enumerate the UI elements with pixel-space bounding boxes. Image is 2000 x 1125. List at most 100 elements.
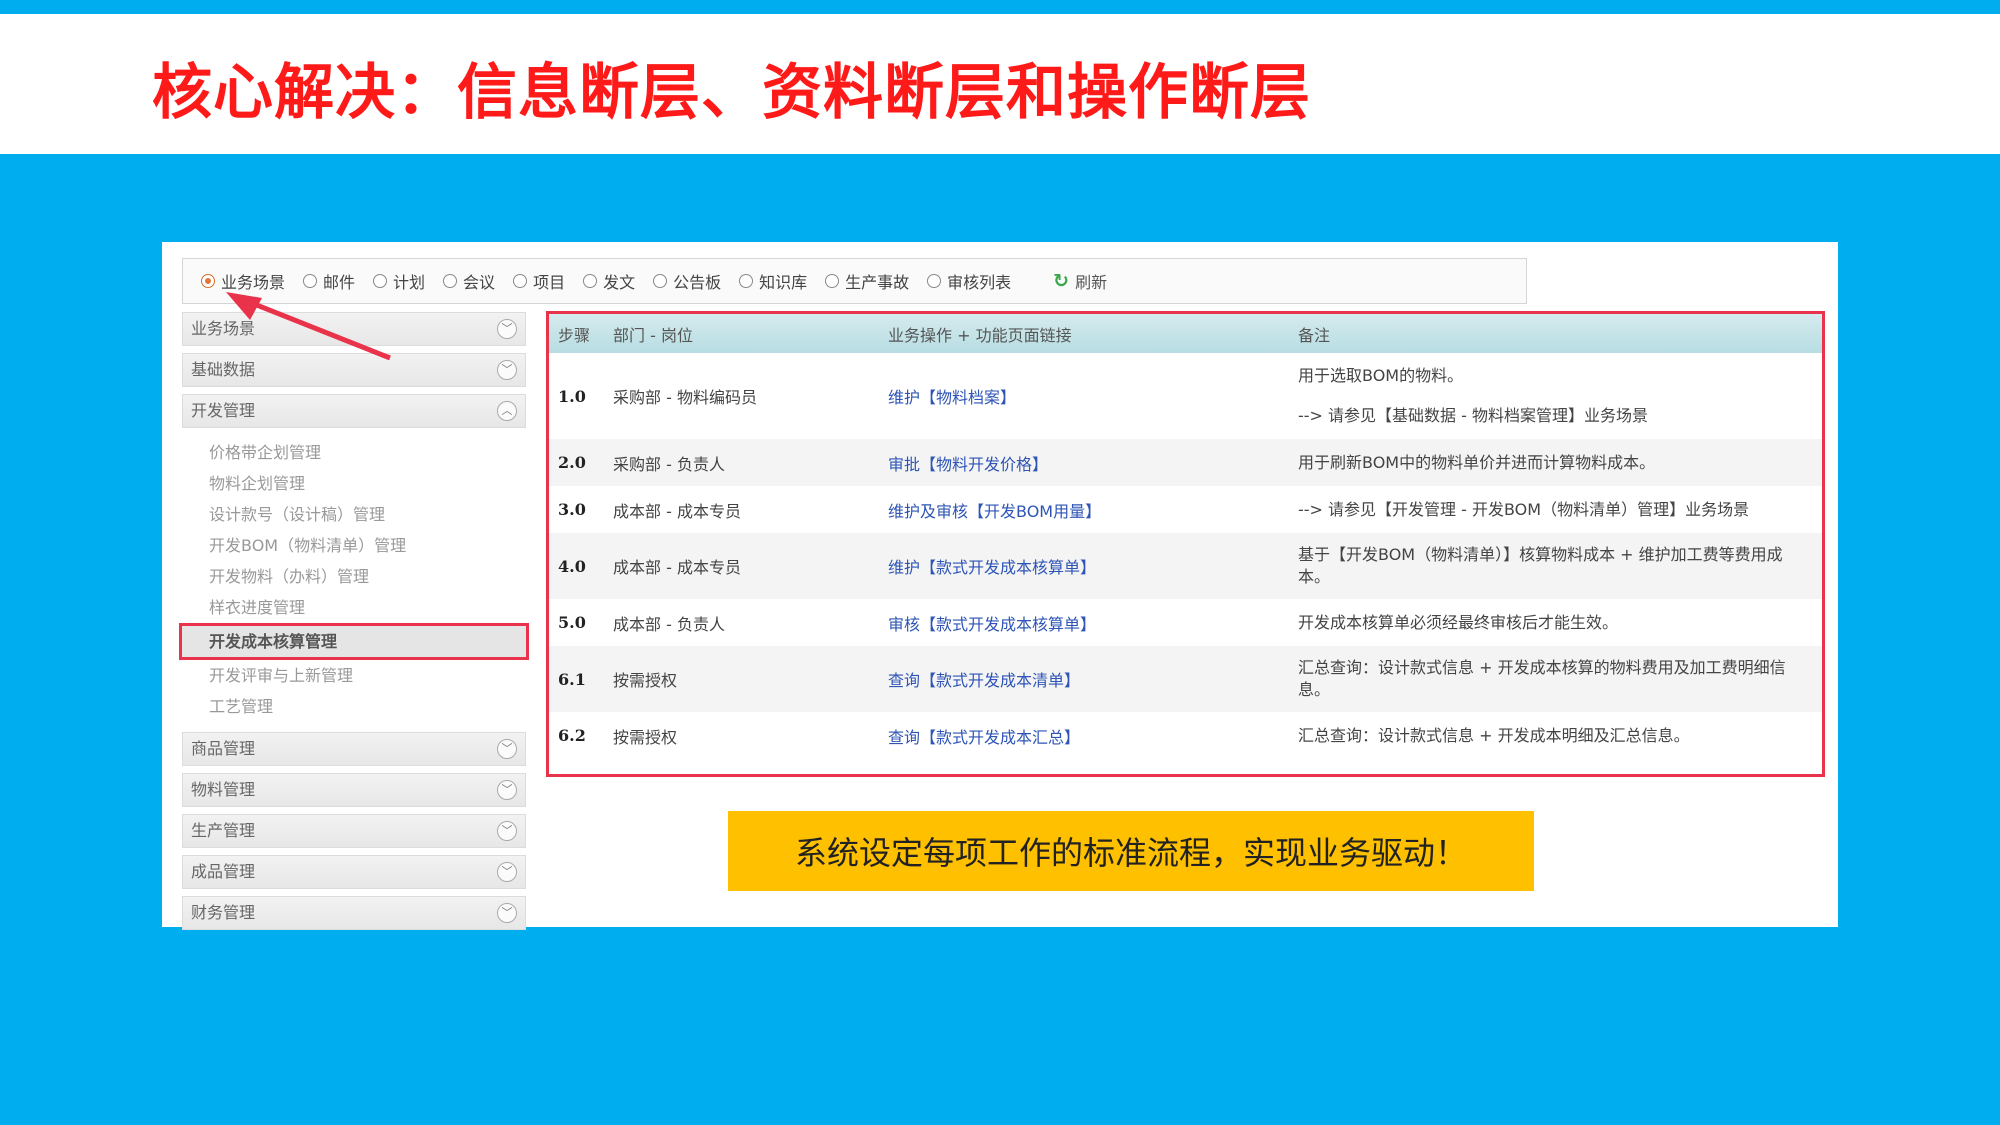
cell-step: 1.0 bbox=[558, 386, 586, 406]
note-line: 基于【开发BOM（物料清单）】核算物料成本 + 维护加工费等费用成本。 bbox=[1298, 545, 1783, 586]
table-row: 6.2 按需授权 查询【款式开发成本汇总】 汇总查询：设计款式信息 + 开发成本明细及… bbox=[549, 712, 1822, 759]
callout-banner: 系统设定每项工作的标准流程，实现业务驱动！ bbox=[728, 811, 1534, 891]
table-row: 5.0 成本部 - 负责人 审核【款式开发成本核算单】 开发成本核算单必须经最终审核后… bbox=[549, 599, 1822, 646]
table-row: 2.0 采购部 - 负责人 审批【物料开发价格】 用于刷新BOM中的物料单价并进而计算… bbox=[549, 439, 1822, 486]
header-dept: 部门 - 岗位 bbox=[613, 325, 693, 345]
chevron-up-icon: ︿ bbox=[497, 401, 517, 421]
cell-operation-link[interactable]: 审核【款式开发成本核算单】 bbox=[879, 599, 1289, 646]
radio-unchecked-icon bbox=[513, 274, 528, 288]
sidebar-sub-item[interactable]: 样衣进度管理 bbox=[182, 592, 526, 623]
sidebar: 业务场景 ﹀ 基础数据 ﹀ 开发管理 ︿ 价格带企划管理 物料企划管理 设计款号（设计稿）… bbox=[179, 312, 529, 937]
cell-step: 5.0 bbox=[558, 613, 586, 632]
sidebar-sub-item[interactable]: 工艺管理 bbox=[182, 691, 526, 722]
note-line: 开发成本核算单必须经最终审核后才能生效。 bbox=[1298, 612, 1619, 632]
sidebar-sub-item[interactable]: 物料企划管理 bbox=[182, 468, 526, 499]
cell-operation-link[interactable]: 审批【物料开发价格】 bbox=[879, 439, 1289, 486]
radio-label: 计划 bbox=[393, 273, 426, 292]
radio-unchecked-icon bbox=[583, 274, 598, 288]
sidebar-sub-item[interactable]: 价格带企划管理 bbox=[182, 437, 526, 468]
radio-label: 项目 bbox=[533, 273, 566, 292]
radio-checked-icon bbox=[201, 274, 215, 288]
sidebar-sub-item-active[interactable]: 开发成本核算管理 bbox=[179, 623, 529, 660]
radio-unchecked-icon bbox=[303, 274, 318, 288]
radio-option[interactable]: 项目 bbox=[513, 269, 565, 293]
cell-note: 用于刷新BOM中的物料单价并进而计算物料成本。 bbox=[1289, 439, 1822, 486]
sidebar-sub-item[interactable]: 开发评审与上新管理 bbox=[182, 660, 526, 691]
sidebar-group[interactable]: 财务管理 ﹀ bbox=[182, 896, 526, 930]
radio-unchecked-icon bbox=[825, 274, 840, 288]
cell-dept: 采购部 - 负责人 bbox=[613, 454, 725, 474]
chevron-down-icon: ﹀ bbox=[497, 862, 517, 882]
radio-label: 会议 bbox=[463, 273, 496, 292]
note-line: 用于刷新BOM中的物料单价并进而计算物料成本。 bbox=[1298, 452, 1656, 472]
sidebar-group-label: 生产管理 bbox=[191, 821, 256, 840]
radio-label: 公告板 bbox=[673, 273, 722, 292]
refresh-button[interactable]: ↻ 刷新 bbox=[1053, 269, 1107, 293]
radio-unchecked-icon bbox=[653, 274, 668, 288]
radio-option[interactable]: 审核列表 bbox=[927, 269, 1011, 293]
sidebar-group-label: 开发管理 bbox=[191, 401, 256, 420]
radio-label: 生产事故 bbox=[845, 273, 910, 292]
chevron-down-icon: ﹀ bbox=[497, 821, 517, 841]
radio-option[interactable]: 会议 bbox=[443, 269, 495, 293]
cell-dept: 成本部 - 负责人 bbox=[613, 614, 725, 634]
header-note: 备注 bbox=[1298, 325, 1331, 345]
table-row: 6.1 按需授权 查询【款式开发成本清单】 汇总查询：设计款式信息 + 开发成本核算的… bbox=[549, 646, 1822, 712]
sidebar-group[interactable]: 成品管理 ﹀ bbox=[182, 855, 526, 889]
table-row: 3.0 成本部 - 成本专员 维护及审核【开发BOM用量】 --> 请参见【开发管理 … bbox=[549, 486, 1822, 533]
red-arrow-icon bbox=[226, 292, 391, 360]
note-line: 用于选取BOM的物料。 bbox=[1298, 366, 1464, 385]
chevron-down-icon: ﹀ bbox=[497, 780, 517, 800]
note-gap bbox=[1298, 387, 1800, 405]
radio-option[interactable]: 生产事故 bbox=[825, 269, 909, 293]
cell-operation-link[interactable]: 查询【款式开发成本清单】 bbox=[879, 646, 1289, 712]
cell-operation-link[interactable]: 查询【款式开发成本汇总】 bbox=[879, 712, 1289, 759]
app-screenshot: 业务场景 邮件 计划 会议 项目 发文 公告板 知识库 生产事故 审核列表 ↻ 刷新 业务场景 ﹀ 基… bbox=[162, 242, 1838, 930]
cell-dept: 按需授权 bbox=[613, 727, 678, 747]
note-line: 汇总查询：设计款式信息 + 开发成本核算的物料费用及加工费明细信息。 bbox=[1298, 658, 1786, 699]
radio-option[interactable]: 公告板 bbox=[653, 269, 721, 293]
cell-step: 6.2 bbox=[558, 726, 586, 745]
radio-unchecked-icon bbox=[443, 274, 458, 288]
chevron-down-icon: ﹀ bbox=[497, 319, 517, 339]
sidebar-sub-list: 价格带企划管理 物料企划管理 设计款号（设计稿）管理 开发BOM（物料清单）管理 开发物… bbox=[179, 435, 529, 726]
note-line: --> 请参见【基础数据 - 物料档案管理】业务场景 bbox=[1298, 406, 1648, 425]
radio-label: 发文 bbox=[603, 273, 636, 292]
cell-step: 6.1 bbox=[558, 669, 586, 689]
refresh-icon: ↻ bbox=[1053, 270, 1070, 292]
sidebar-group-expanded[interactable]: 开发管理 ︿ bbox=[182, 394, 526, 428]
sidebar-group[interactable]: 物料管理 ﹀ bbox=[182, 773, 526, 807]
radio-option[interactable]: 发文 bbox=[583, 269, 635, 293]
sidebar-sub-item[interactable]: 开发物料（办料）管理 bbox=[182, 561, 526, 592]
radio-label: 审核列表 bbox=[947, 273, 1012, 292]
radio-option[interactable]: 知识库 bbox=[739, 269, 807, 293]
sidebar-group[interactable]: 商品管理 ﹀ bbox=[182, 732, 526, 766]
cell-operation-link[interactable]: 维护【物料档案】 bbox=[879, 353, 1289, 439]
cell-step: 2.0 bbox=[558, 453, 586, 472]
header-operation: 业务操作 + 功能页面链接 bbox=[888, 325, 1072, 345]
cell-dept: 成本部 - 成本专员 bbox=[613, 558, 741, 577]
cell-note: 基于【开发BOM（物料清单）】核算物料成本 + 维护加工费等费用成本。 bbox=[1289, 533, 1822, 599]
table-row: 1.0 采购部 - 物料编码员 维护【物料档案】 用于选取BOM的物料。 --> 请参见… bbox=[549, 353, 1822, 439]
cell-operation-link[interactable]: 维护及审核【开发BOM用量】 bbox=[879, 486, 1289, 533]
note-line: --> 请参见【开发管理 - 开发BOM（物料清单）管理】业务场景 bbox=[1298, 499, 1750, 519]
process-table-container: 步骤 部门 - 岗位 业务操作 + 功能页面链接 备注 1.0 采购部 - 物料编… bbox=[546, 311, 1825, 777]
refresh-label: 刷新 bbox=[1075, 273, 1108, 292]
radio-unchecked-icon bbox=[373, 274, 388, 288]
sidebar-sub-item[interactable]: 设计款号（设计稿）管理 bbox=[182, 499, 526, 530]
cell-dept: 按需授权 bbox=[613, 671, 678, 690]
slide-title: 核心解决：信息断层、资料断层和操作断层 bbox=[152, 58, 1311, 128]
sidebar-group-label: 物料管理 bbox=[191, 780, 256, 799]
cell-dept: 成本部 - 成本专员 bbox=[613, 501, 741, 521]
sidebar-sub-item[interactable]: 开发BOM（物料清单）管理 bbox=[182, 530, 526, 561]
chevron-down-icon: ﹀ bbox=[497, 360, 517, 380]
cell-step: 3.0 bbox=[558, 500, 586, 519]
chevron-down-icon: ﹀ bbox=[497, 739, 517, 759]
sidebar-group-label: 成品管理 bbox=[191, 862, 256, 881]
table-header-row: 步骤 部门 - 岗位 业务操作 + 功能页面链接 备注 bbox=[549, 314, 1822, 353]
sidebar-group[interactable]: 生产管理 ﹀ bbox=[182, 814, 526, 848]
cell-operation-link[interactable]: 维护【款式开发成本核算单】 bbox=[879, 533, 1289, 599]
cell-step: 4.0 bbox=[558, 556, 586, 576]
header-step: 步骤 bbox=[558, 325, 591, 345]
cell-note: --> 请参见【开发管理 - 开发BOM（物料清单）管理】业务场景 bbox=[1289, 486, 1822, 533]
